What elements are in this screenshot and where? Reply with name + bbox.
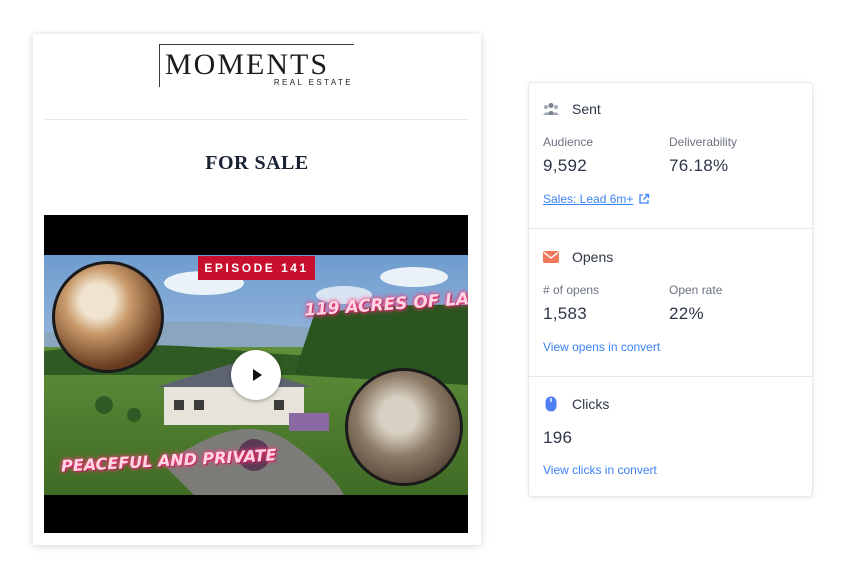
people-icon xyxy=(543,103,559,115)
audience-value: 9,592 xyxy=(543,156,588,175)
mouse-icon xyxy=(545,396,557,412)
play-icon xyxy=(253,369,262,381)
envelope-icon xyxy=(543,251,559,263)
email-heading: FOR SALE xyxy=(205,152,309,174)
logo-word: MOMENTS xyxy=(165,48,330,81)
deliverability-value: 76.18% xyxy=(669,156,729,175)
sent-header: Sent xyxy=(543,101,601,117)
view-opens-link[interactable]: View opens in convert xyxy=(543,340,660,354)
opens-title: Opens xyxy=(572,249,614,265)
sent-title: Sent xyxy=(572,101,601,117)
segment-link-label: Sales: Lead 6m+ xyxy=(543,192,634,206)
view-clicks-link[interactable]: View clicks in convert xyxy=(543,463,657,477)
moments-logo: MOMENTS REAL ESTATE xyxy=(159,44,355,90)
interior-fireplace-photo xyxy=(345,368,463,486)
deliverability-label: Deliverability xyxy=(669,135,738,149)
opens-count-label: # of opens xyxy=(543,283,600,297)
clicks-title: Clicks xyxy=(572,396,610,412)
opens-count-value: 1,583 xyxy=(543,304,588,323)
open-rate-label: Open rate xyxy=(669,283,723,297)
email-divider xyxy=(45,119,469,120)
email-preview-card: MOMENTS REAL ESTATE FOR SALE EPISODE 141… xyxy=(33,34,481,545)
section-divider xyxy=(529,228,812,229)
open-rate-value: 22% xyxy=(669,304,704,323)
video-thumbnail[interactable]: EPISODE 141 119 ACRES OF LAND PEACEFUL A… xyxy=(44,215,468,533)
episode-badge: EPISODE 141 xyxy=(198,256,315,280)
opens-header: Opens xyxy=(543,249,613,265)
clicks-count-value: 196 xyxy=(543,428,573,447)
campaign-stats-panel: Sent Audience 9,592 Deliverability 76.18… xyxy=(528,82,813,497)
audience-label: Audience xyxy=(543,135,594,149)
segment-link[interactable]: Sales: Lead 6m+ xyxy=(543,192,650,206)
external-link-icon xyxy=(639,193,650,204)
clicks-header: Clicks xyxy=(543,396,609,412)
logo-subtitle: REAL ESTATE xyxy=(269,78,353,87)
interior-kitchen-photo xyxy=(52,261,164,373)
section-divider xyxy=(529,376,812,377)
play-button[interactable] xyxy=(231,350,281,400)
